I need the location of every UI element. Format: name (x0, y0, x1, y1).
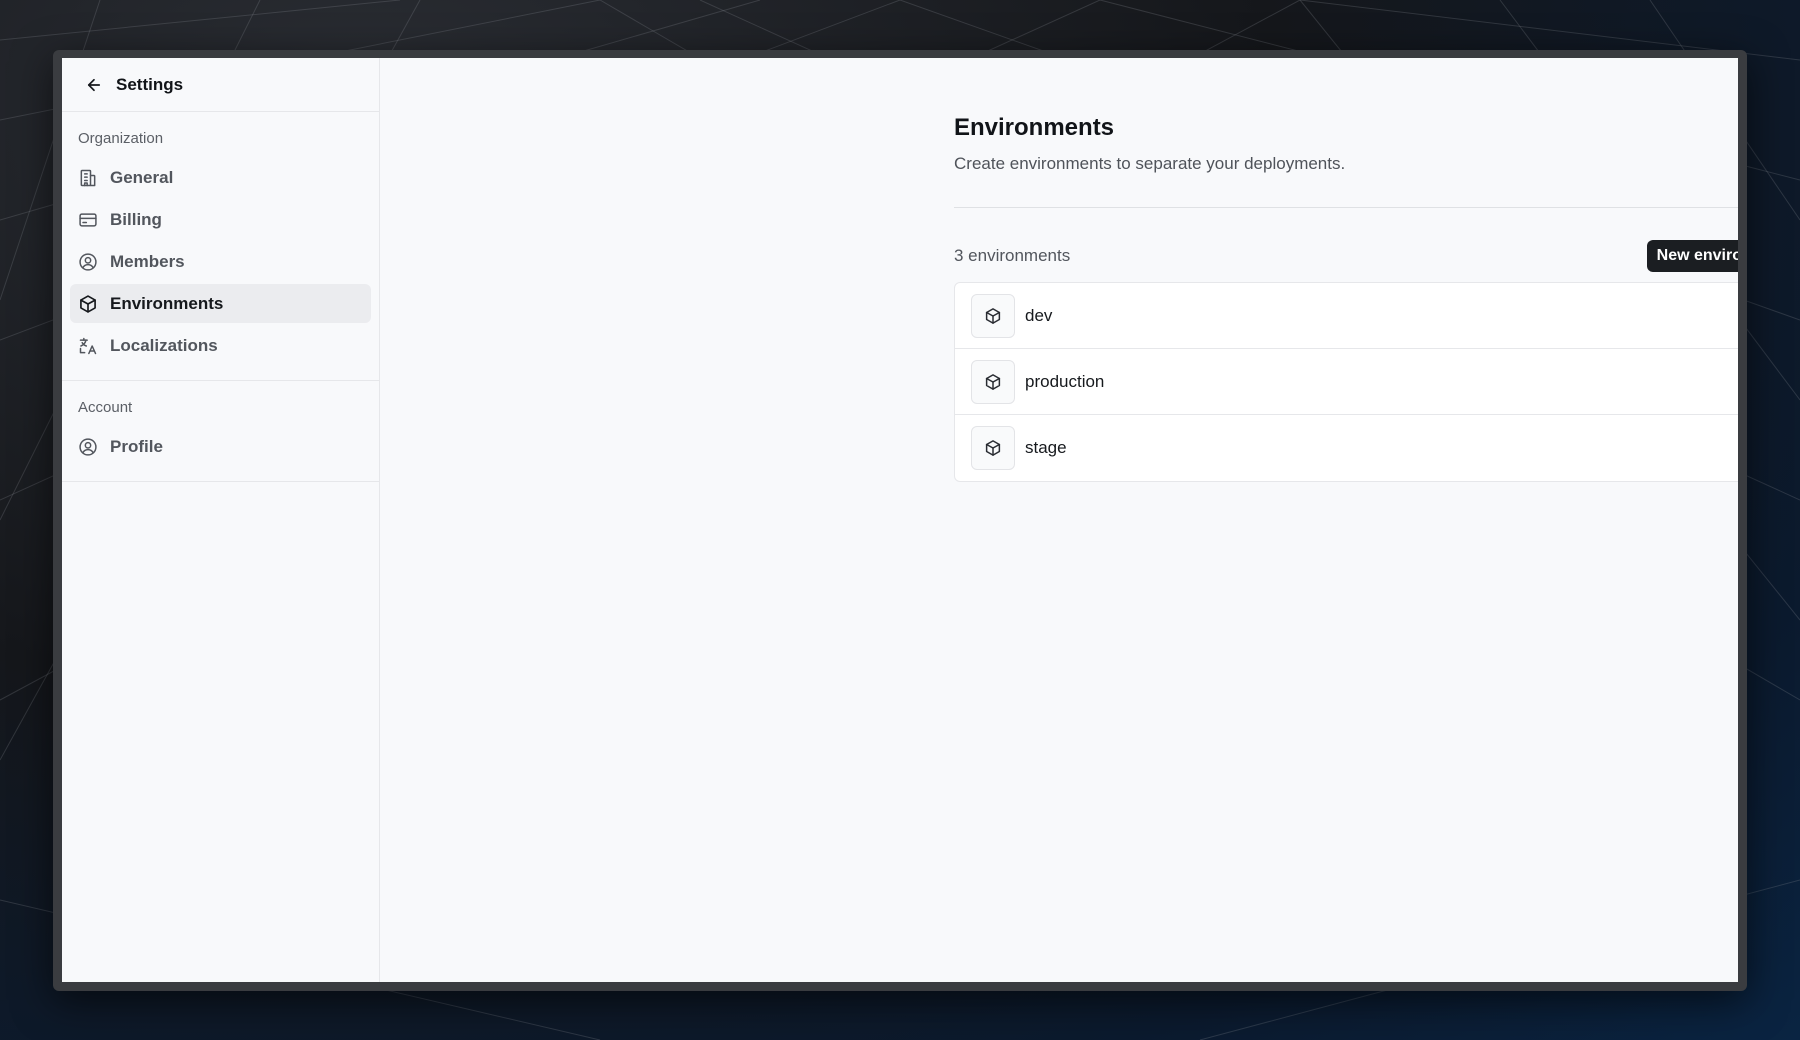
page-title: Environments (954, 114, 1115, 141)
sidebar-item-label: Billing (110, 209, 162, 229)
cube-icon (80, 294, 96, 313)
building-icon (80, 169, 96, 186)
sidebar-item-label: Localizations (110, 335, 218, 355)
credit-card-icon (79, 212, 97, 227)
environment-list: dev production stage (954, 282, 1738, 482)
sidebar-item-label: Members (110, 251, 185, 271)
translate-icon (79, 337, 97, 354)
environment-count: 3 environments (954, 246, 1071, 265)
section-label-account: Account (78, 399, 133, 416)
cube-icon (971, 293, 1015, 338)
sidebar-section-organization: Organization General Billing Members Env… (62, 112, 379, 381)
environment-name: dev (1025, 305, 1053, 325)
new-environment-button[interactable]: New environment (1646, 240, 1738, 272)
environments-panel: Environments Create environments to sepa… (954, 58, 1738, 482)
sidebar: Settings Organization General Billing Me… (62, 58, 380, 982)
sidebar-item-profile[interactable]: Profile (70, 427, 371, 466)
main-content: Environments Create environments to sepa… (380, 58, 1738, 982)
sidebar-title: Settings (116, 74, 184, 94)
sidebar-item-billing[interactable]: Billing (70, 200, 371, 239)
environment-name: stage (1025, 438, 1067, 457)
sidebar-item-general[interactable]: General (70, 158, 371, 197)
sidebar-item-members[interactable]: Members (70, 242, 371, 281)
section-label-organization: Organization (78, 130, 164, 147)
list-header: 3 environments New environment (954, 240, 1738, 272)
cube-icon (971, 359, 1015, 404)
sidebar-item-label: Profile (110, 436, 163, 456)
settings-window: Settings Organization General Billing Me… (62, 58, 1738, 982)
user-circle-icon (79, 252, 97, 271)
list-item-dev[interactable]: dev (955, 283, 1738, 349)
list-item-production[interactable]: production (955, 349, 1738, 415)
environment-name: production (1025, 371, 1105, 391)
user-circle-icon (79, 437, 97, 456)
sidebar-item-label: Environments (110, 293, 224, 313)
sidebar-item-environments[interactable]: Environments (70, 284, 371, 323)
sidebar-section-account: Account Profile (62, 381, 379, 482)
page-subtitle: Create environments to separate your dep… (954, 154, 1346, 173)
sidebar-header: Settings (62, 58, 379, 112)
sidebar-item-label: General (110, 167, 174, 187)
list-item-stage[interactable]: stage (955, 415, 1738, 481)
divider (954, 207, 1738, 208)
sidebar-item-localizations[interactable]: Localizations (70, 326, 371, 365)
cube-icon (971, 426, 1015, 470)
arrow-left-icon[interactable] (84, 75, 104, 95)
